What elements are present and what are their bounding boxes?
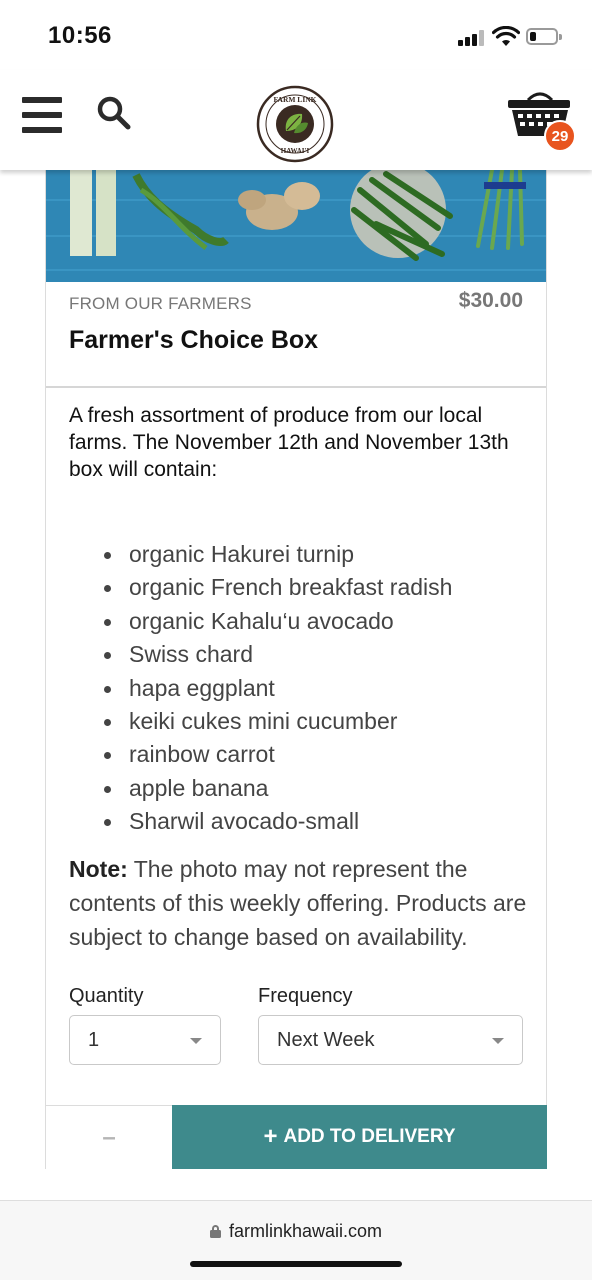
product-price: $30.00 [458, 289, 523, 312]
quantity-select[interactable]: 1 [69, 1015, 221, 1065]
list-item: Swiss chard [104, 638, 452, 671]
add-to-delivery-label: ADD TO DELIVERY [283, 1126, 456, 1147]
quantity-label: Quantity [69, 985, 144, 1007]
status-bar: 10:56 [0, 0, 592, 70]
status-time: 10:56 [48, 22, 112, 49]
frequency-select[interactable]: Next Week [258, 1015, 523, 1065]
minus-label: – [102, 1123, 116, 1151]
frequency-label: Frequency [258, 985, 353, 1007]
chevron-down-icon [190, 1038, 202, 1044]
list-item: keiki cukes mini cucumber [104, 705, 452, 738]
quantity-value: 1 [88, 1028, 100, 1051]
cart-count-badge[interactable]: 29 [544, 120, 576, 152]
divider [46, 386, 546, 388]
chevron-down-icon [492, 1038, 504, 1044]
svg-text:FARM LINK: FARM LINK [274, 95, 317, 104]
list-item: organic Hakurei turnip [104, 538, 452, 571]
product-note: Note: The photo may not represent the co… [69, 852, 534, 954]
list-item: hapa eggplant [104, 672, 452, 705]
add-to-delivery-button[interactable]: + ADD TO DELIVERY [172, 1105, 547, 1169]
decrement-button[interactable]: – [46, 1105, 172, 1169]
lock-icon [209, 1225, 221, 1238]
svg-text:HAWAI'I: HAWAI'I [281, 147, 310, 155]
note-label: Note: [69, 856, 128, 882]
product-hero-image [46, 170, 546, 282]
hamburger-menu-icon[interactable] [22, 97, 62, 133]
site-header: FARM LINK HAWAI'I 29 [0, 70, 592, 170]
product-category: FROM OUR FARMERS [69, 294, 252, 313]
signal-icon [458, 30, 484, 46]
list-item: rainbow carrot [104, 738, 452, 771]
list-item: Sharwil avocado-small [104, 805, 452, 838]
product-card: FROM OUR FARMERS $30.00 Farmer's Choice … [45, 170, 547, 1169]
url-bar[interactable]: farmlinkhawaii.com [0, 1221, 592, 1242]
browser-bottom-bar: farmlinkhawaii.com [0, 1200, 592, 1280]
list-item: organic French breakfast radish [104, 571, 452, 604]
url-text: farmlinkhawaii.com [228, 1221, 383, 1241]
wifi-icon [492, 26, 520, 46]
plus-icon: + [263, 1123, 278, 1150]
produce-list: organic Hakurei turnip organic French br… [104, 538, 452, 839]
battery-icon [526, 28, 562, 45]
home-indicator[interactable] [190, 1261, 402, 1267]
list-item: organic Kahalu‘u avocado [104, 605, 452, 638]
product-title: Farmer's Choice Box [69, 326, 319, 354]
product-description: A fresh assortment of produce from our l… [69, 404, 509, 481]
note-text: The photo may not represent the contents… [69, 856, 527, 950]
farm-link-hawaii-logo[interactable]: FARM LINK HAWAI'I [256, 85, 334, 163]
list-item: apple banana [104, 772, 452, 805]
frequency-value: Next Week [277, 1028, 375, 1051]
search-icon[interactable] [96, 95, 132, 131]
